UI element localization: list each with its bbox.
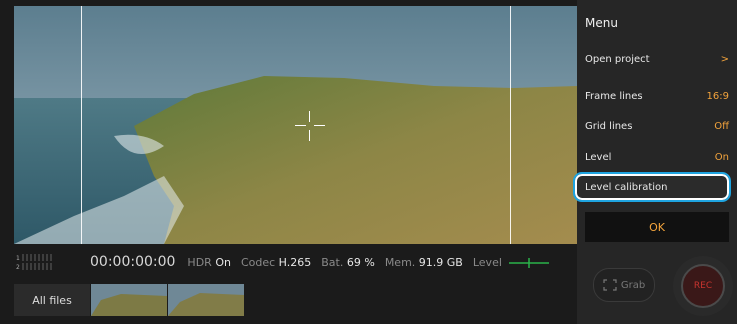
menu-item-label: Grid lines <box>585 120 633 132</box>
memory-status: Mem. 91.9 GB <box>384 255 463 269</box>
menu-item-label: Level <box>585 151 612 163</box>
level-status: Level <box>473 256 550 269</box>
record-label: REC <box>693 281 713 291</box>
menu-item-value: On <box>714 151 729 163</box>
grab-button[interactable]: Grab <box>593 268 655 302</box>
menu-title: Menu <box>585 16 618 30</box>
hdr-status: HDR On <box>187 255 231 269</box>
all-files-button[interactable]: All files <box>14 284 90 316</box>
files-row: All files <box>14 284 244 316</box>
status-bar: 1 2 00:00:00:00 HDR On Codec H.265 Bat. … <box>14 250 577 274</box>
clip-thumbnail[interactable] <box>91 284 167 316</box>
audio-channel-1: 1 <box>16 255 20 262</box>
menu-item-label: Open project <box>585 53 650 65</box>
menu-item-grid-lines[interactable]: Grid lines Off <box>585 116 729 136</box>
chevron-right-icon: > <box>720 53 729 65</box>
grab-label: Grab <box>620 279 646 291</box>
record-button[interactable]: REC <box>673 256 733 316</box>
ok-button[interactable]: OK <box>585 212 729 242</box>
menu-item-frame-lines[interactable]: Frame lines 16:9 <box>585 86 729 106</box>
camera-viewfinder[interactable] <box>14 6 577 244</box>
audio-meter: 1 2 <box>16 254 52 271</box>
timecode: 00:00:00:00 <box>90 254 176 270</box>
menu-item-open-project[interactable]: Open project > <box>585 49 729 69</box>
menu-item-level-calibration[interactable]: Level calibration <box>573 172 731 202</box>
menu-item-value: 16:9 <box>706 90 729 102</box>
menu-item-level[interactable]: Level On <box>585 147 729 167</box>
menu-item-label: Level calibration <box>585 181 668 193</box>
battery-status: Bat. 69 % <box>321 255 375 269</box>
menu-item-label: Frame lines <box>585 90 643 102</box>
level-crosshair <box>295 111 325 141</box>
frame-line-left <box>81 6 82 244</box>
record-icon: REC <box>681 264 725 308</box>
audio-channel-2: 2 <box>16 264 20 271</box>
frame-line-right <box>510 6 511 244</box>
grab-frame-icon <box>603 279 617 291</box>
menu-item-value: Off <box>714 120 729 132</box>
clip-thumbnail[interactable] <box>168 284 244 316</box>
level-indicator-icon <box>509 257 550 268</box>
codec-status: Codec H.265 <box>240 255 312 269</box>
